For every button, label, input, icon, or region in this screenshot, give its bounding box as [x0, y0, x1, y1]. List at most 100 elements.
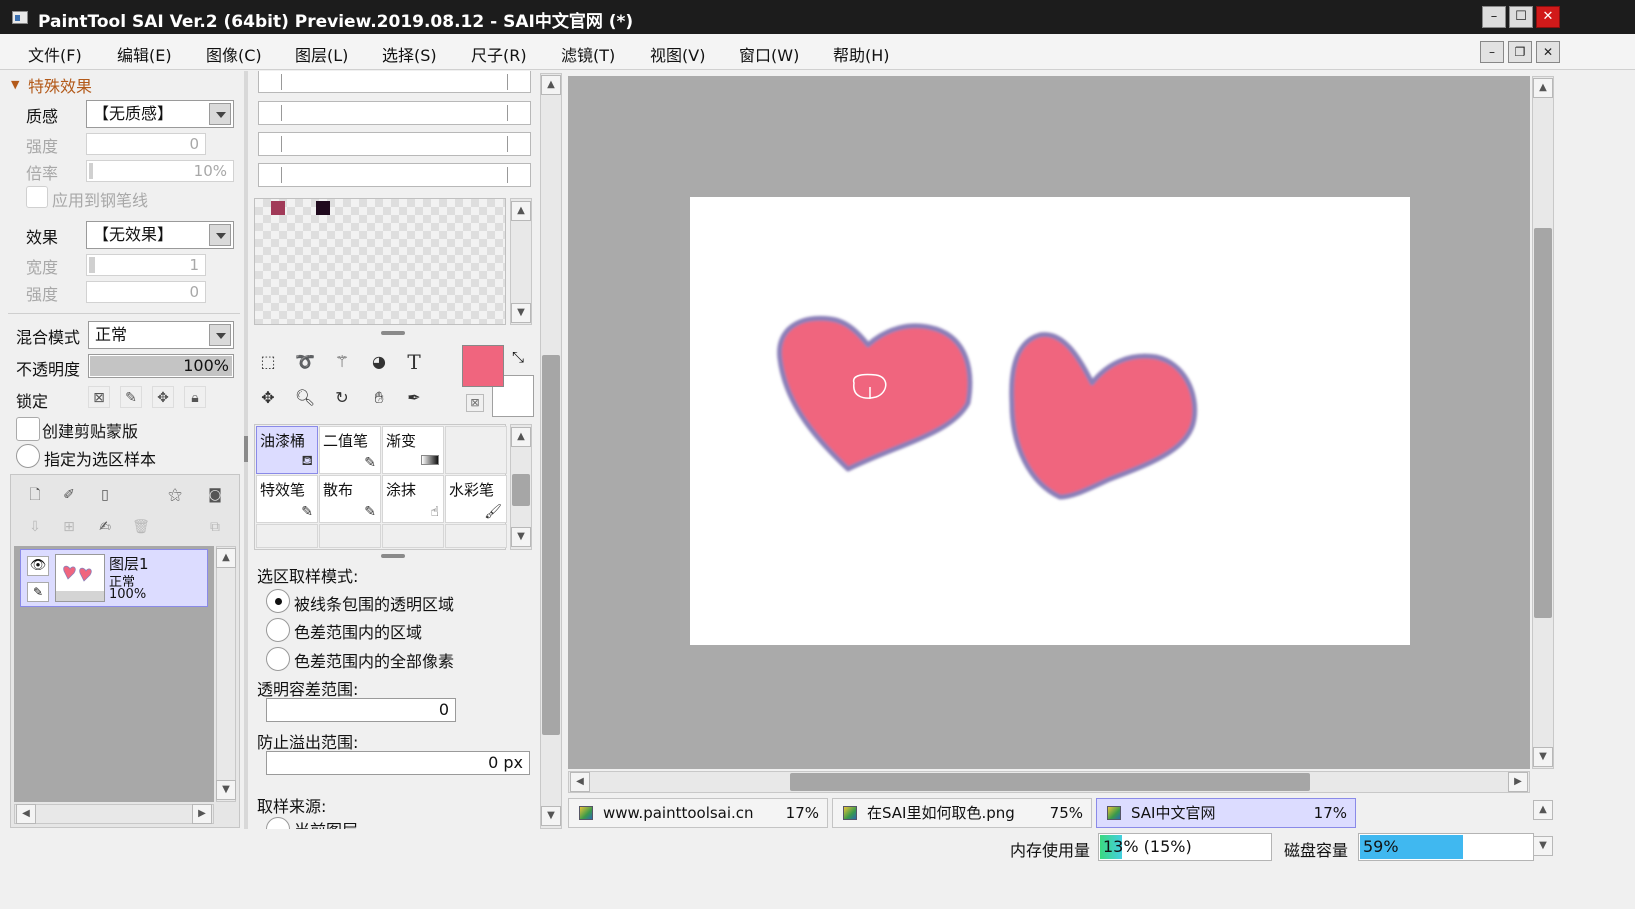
sample-source-radio[interactable] — [266, 817, 290, 829]
status-scroll-down-icon[interactable]: ▼ — [1533, 836, 1553, 856]
merge-down-icon[interactable]: ⊞ — [58, 516, 80, 538]
scroll-up-icon[interactable]: ▲ — [1533, 78, 1553, 98]
brush-gradient[interactable]: 渐变 — [382, 426, 444, 474]
selection-source-radio[interactable] — [16, 444, 40, 468]
brush-slot[interactable] — [258, 163, 531, 187]
menu-filter[interactable]: 滤镜(T) — [561, 42, 615, 66]
menu-select[interactable]: 选择(S) — [382, 42, 437, 66]
layer-list-scrollbar[interactable] — [216, 546, 236, 802]
layer-effects-icon[interactable]: ⚝ — [164, 484, 186, 506]
scroll-down-icon[interactable]: ▼ — [511, 303, 531, 323]
layer-mask-icon[interactable]: ◙ — [204, 484, 226, 506]
scroll-left-icon[interactable]: ◀ — [570, 772, 590, 792]
canvas-paper[interactable] — [690, 197, 1410, 645]
scale-slider[interactable]: 10% — [86, 160, 234, 182]
text-tool-icon[interactable]: T — [398, 346, 430, 378]
layer-row[interactable]: 👁︎ ✎ 图层1 正常 100% — [20, 549, 208, 607]
tolerance-field[interactable]: 0 — [266, 698, 456, 722]
delete-layer-icon[interactable]: 🗑︎ — [130, 516, 152, 538]
menu-window[interactable]: 窗口(W) — [739, 42, 799, 66]
scroll-down-icon[interactable]: ▼ — [216, 780, 236, 800]
maximize-button[interactable]: ☐ — [1509, 6, 1533, 28]
chevron-down-icon[interactable] — [209, 103, 231, 125]
clear-layer-icon[interactable]: ✍ — [94, 516, 116, 538]
brush-effect-pen[interactable]: 特效笔 ✎ — [256, 475, 318, 523]
brush-empty-slot[interactable] — [319, 524, 381, 548]
brush-smudge[interactable]: 涂抹 ☝︎ — [382, 475, 444, 523]
rotate-icon[interactable]: ↻ — [326, 382, 358, 414]
sample-mode-radio-3[interactable] — [266, 647, 290, 671]
brush-scatter[interactable]: 散布 ✎ — [319, 475, 381, 523]
brush-empty-slot[interactable] — [256, 524, 318, 548]
scroll-left-icon[interactable]: ◀ — [16, 804, 36, 824]
menu-view[interactable]: 视图(V) — [650, 42, 705, 66]
menu-file[interactable]: 文件(F) — [28, 42, 82, 66]
panel-resize-handle[interactable] — [381, 554, 405, 558]
scroll-up-icon[interactable]: ▲ — [216, 548, 236, 568]
sample-mode-radio-1[interactable] — [266, 589, 290, 613]
brush-bucket[interactable]: 油漆桶 ⛾ — [256, 426, 318, 474]
lasso-icon[interactable]: ➰ — [289, 346, 321, 378]
hand-icon[interactable]: ✋︎ — [363, 382, 395, 414]
texture-select[interactable]: 【无质感】 — [86, 100, 234, 128]
collapse-triangle-icon[interactable]: ▼ — [11, 78, 19, 91]
brush-scroll-thumb[interactable] — [512, 474, 530, 506]
transfer-down-icon[interactable]: ⇩ — [24, 516, 46, 538]
layer-list-hscrollbar[interactable] — [14, 804, 214, 824]
menu-help[interactable]: 帮助(H) — [833, 42, 890, 66]
scroll-right-icon[interactable]: ▶ — [1508, 772, 1528, 792]
brush-binary-pen[interactable]: 二值笔 ✎ — [319, 426, 381, 474]
close-button[interactable]: ✕ — [1536, 6, 1560, 28]
lock-move-icon[interactable]: ✥ — [152, 386, 174, 408]
scroll-right-icon[interactable]: ▶ — [192, 804, 212, 824]
brush-watercolor[interactable]: 水彩笔 🖌︎ — [445, 475, 507, 523]
lock-transparency-icon[interactable]: ⊠ — [88, 386, 110, 408]
scroll-down-icon[interactable]: ▼ — [1533, 747, 1553, 767]
opacity-slider[interactable]: 100% — [88, 354, 234, 378]
effect-width-field[interactable]: 1 — [86, 254, 206, 276]
move-icon[interactable]: ✥ — [252, 382, 284, 414]
sample-mode-radio-2[interactable] — [266, 618, 290, 642]
doc-restore-button[interactable]: ❐ — [1508, 41, 1532, 63]
color-swatch[interactable] — [316, 201, 330, 215]
effect-strength-field[interactable]: 0 — [86, 281, 206, 303]
scroll-up-icon[interactable]: ▲ — [541, 75, 561, 95]
apply-mask-icon[interactable]: ⧉ — [204, 516, 226, 538]
color-swatch[interactable] — [271, 201, 285, 215]
apply-to-pen-checkbox[interactable] — [26, 186, 48, 208]
lock-all-icon[interactable]: 🔒︎ — [184, 386, 206, 408]
scroll-up-icon[interactable]: ▲ — [511, 427, 531, 447]
doc-close-button[interactable]: ✕ — [1536, 41, 1560, 63]
brush-slot[interactable] — [258, 132, 531, 156]
brush-empty-slot[interactable] — [445, 524, 507, 548]
scroll-down-icon[interactable]: ▼ — [541, 806, 561, 826]
new-linework-layer-icon[interactable]: ✐ — [58, 484, 80, 506]
brush-size-slot[interactable] — [258, 71, 531, 93]
doc-tab-3[interactable]: SAI中文官网 17% — [1096, 798, 1356, 828]
scroll-up-icon[interactable]: ▲ — [511, 201, 531, 221]
doc-minimize-button[interactable]: – — [1480, 41, 1504, 63]
effect-select[interactable]: 【无效果】 — [86, 221, 234, 249]
pencil-icon[interactable]: ✎ — [27, 582, 49, 602]
color-swatch-panel[interactable] — [254, 198, 506, 325]
brush-empty-slot[interactable] — [445, 426, 507, 474]
transparent-color-icon[interactable]: ⊠ — [466, 394, 484, 412]
tool-panel-scroll-thumb[interactable] — [542, 355, 560, 735]
new-layer-icon[interactable]: 🗋 — [24, 484, 46, 506]
brush-slot[interactable] — [258, 101, 531, 125]
new-folder-icon[interactable]: ▯ — [94, 484, 116, 506]
primary-color[interactable] — [462, 345, 504, 387]
chevron-down-icon[interactable] — [209, 224, 231, 246]
blend-mode-select[interactable]: 正常 — [88, 321, 234, 349]
eye-icon[interactable]: 👁︎ — [27, 556, 49, 576]
special-effects-header[interactable]: 特殊效果 — [28, 73, 92, 97]
minimize-button[interactable]: – — [1482, 6, 1506, 28]
menu-edit[interactable]: 编辑(E) — [117, 42, 172, 66]
tabs-scroll-up-icon[interactable]: ▲ — [1533, 800, 1553, 820]
shape-icon[interactable]: ◕ — [363, 346, 395, 378]
lock-paint-icon[interactable]: ✎ — [120, 386, 142, 408]
clipping-mask-checkbox[interactable] — [16, 417, 40, 441]
doc-tab-2[interactable]: 在SAI里如何取色.png 75% — [832, 798, 1092, 828]
panel-resize-handle[interactable] — [381, 331, 405, 335]
doc-tab-1[interactable]: www.painttoolsai.cn 17% — [568, 798, 828, 828]
